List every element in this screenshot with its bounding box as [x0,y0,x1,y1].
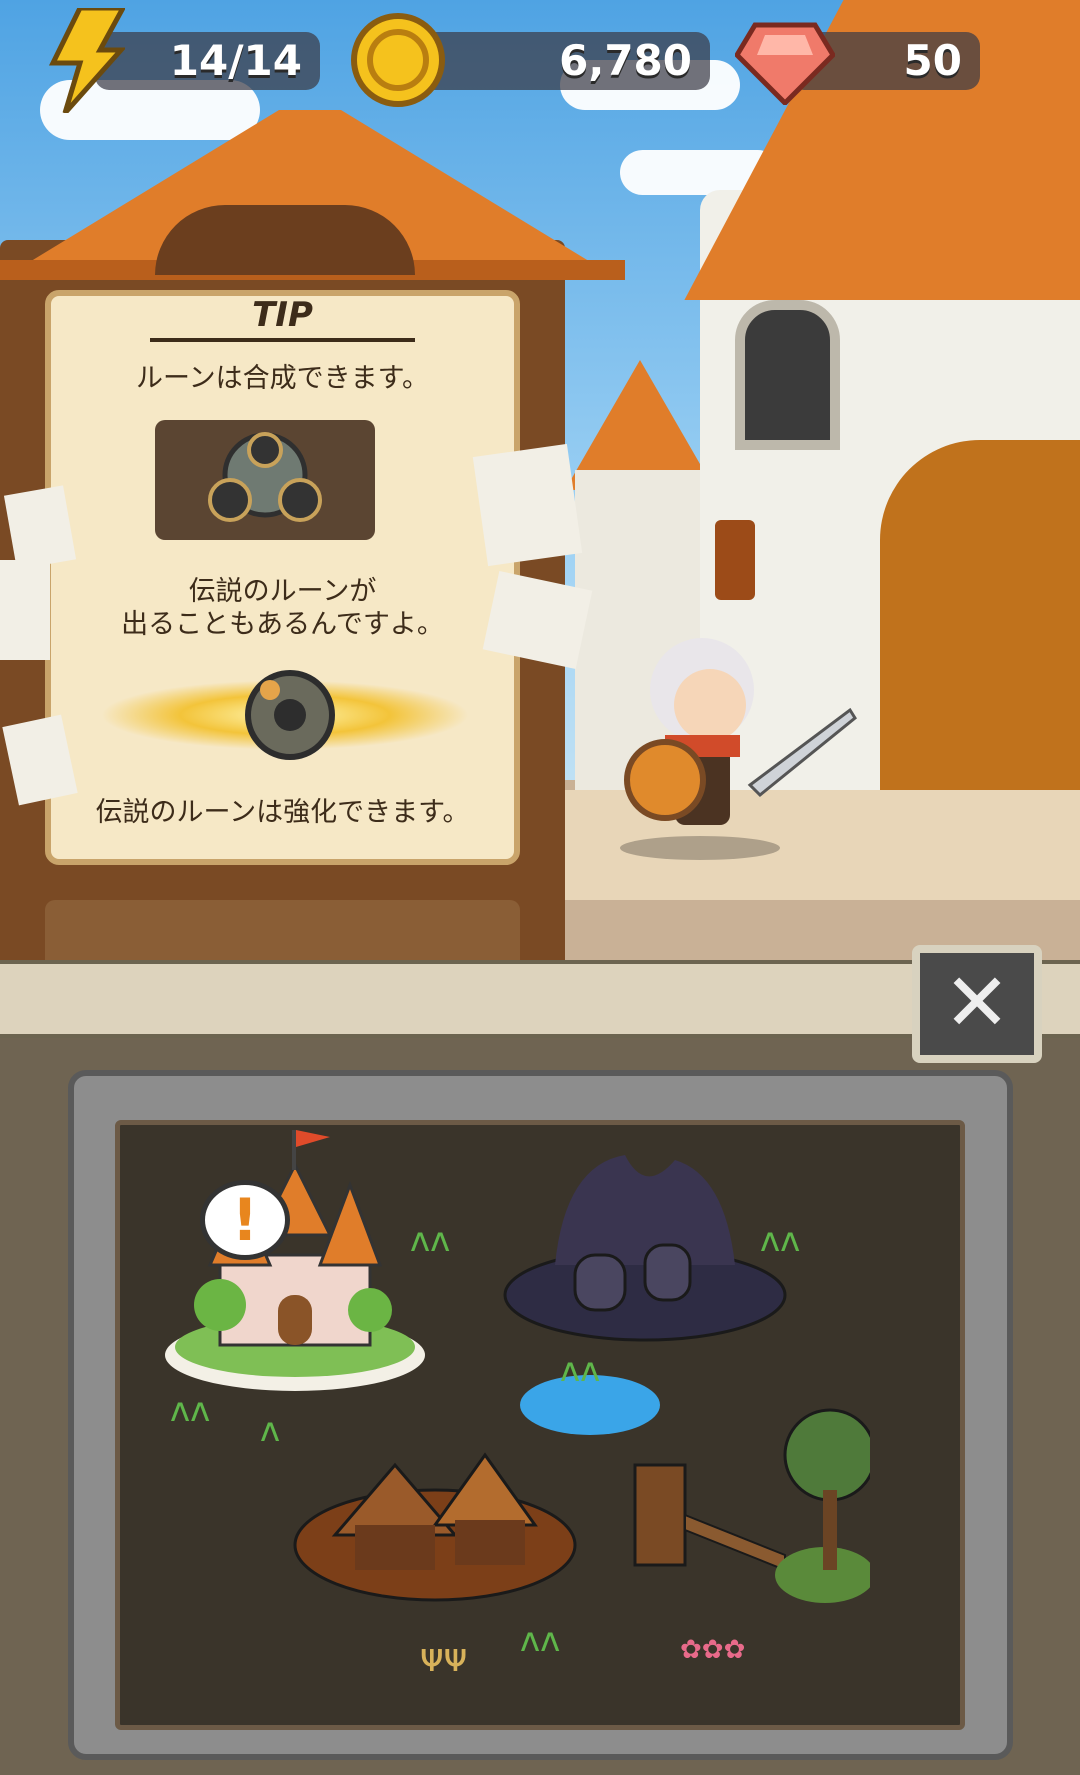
rune-combine-icon [208,432,322,522]
flower-icon: ✿✿✿ [680,1635,746,1665]
tip-line-1: ルーンは合成できます。 [136,363,429,394]
graveyard-stage-node[interactable] [495,1135,795,1345]
grass-tuft: ᴧᴧ [760,1220,801,1260]
grass-tuft: ᴧ [260,1410,281,1450]
tip-title: TIP [252,295,313,335]
hero-character [620,638,857,860]
lightning-icon [40,8,130,113]
tip-line-3: 伝説のルーンは強化できます。 [95,797,470,828]
lantern-icon [715,520,755,600]
world-map[interactable]: ! ᴧᴧ ᴧᴧ ᴧᴧ ᴧ ᴧᴧ ᴧᴧ ᴪᴪ ✿✿✿ [115,1120,965,1730]
ruby-gem-icon [735,15,835,105]
tower-door [880,440,1080,790]
grass-tuft: ᴧᴧ [520,1620,561,1660]
castle-stage-node[interactable] [160,1125,430,1395]
title-underline [150,338,415,342]
gold-coin-icon [348,10,448,110]
notice-paper [472,443,583,567]
alert-bubble: ! [200,1180,290,1260]
board-ornament [155,205,415,275]
wheat-icon: ᴪᴪ [420,1635,468,1681]
burned-village-stage-node[interactable] [285,1425,585,1605]
notice-paper [0,560,50,660]
close-button[interactable]: ✕ [912,945,1042,1063]
forest-bridge-stage-node[interactable] [625,1405,870,1605]
grass-tuft: ᴧᴧ [410,1220,451,1260]
notice-paper [3,485,77,570]
legendary-rune-icon [245,670,335,760]
tower-window [735,300,840,450]
tip-line-2b: 出ることもあるんですよ。 [121,609,444,640]
grass-tuft: ᴧᴧ [170,1390,211,1430]
tip-line-2a: 伝説のルーンが [188,576,377,607]
close-icon: ✕ [943,956,1011,1049]
grass-tuft: ᴧᴧ [560,1350,601,1390]
